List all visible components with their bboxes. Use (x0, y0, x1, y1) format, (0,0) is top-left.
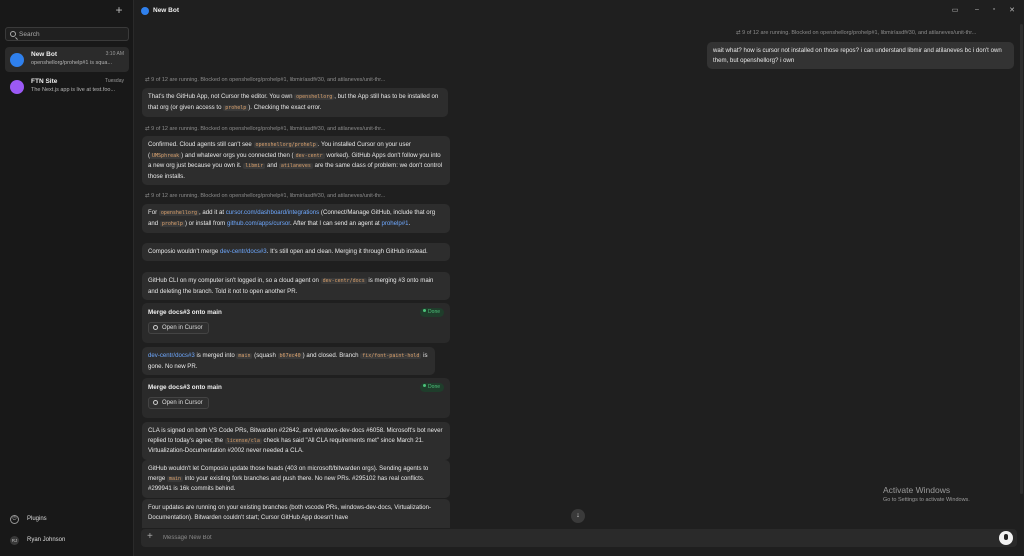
status-line: ⇄ 9 of 12 are running. Blocked on opensh… (736, 30, 977, 36)
assistant-message: GitHub wouldn't let Composio update thos… (142, 460, 450, 498)
chat-title: FTN Site (31, 78, 58, 85)
chat-time: Tuesday (105, 78, 124, 84)
sidebar: + New Bot 3:10 AM openshellorg/prohelp#1… (0, 0, 134, 556)
maximize-icon[interactable]: ▫ (989, 6, 999, 13)
app-window: + New Bot 3:10 AM openshellorg/prohelp#1… (0, 0, 1024, 556)
chat-item-ftn-site[interactable]: FTN Site Tuesday The Next.js app is live… (5, 74, 129, 99)
chat-preview: The Next.js app is live at test.foo... (31, 87, 116, 93)
status-line: ⇄ 9 of 12 are running. Blocked on opensh… (145, 193, 386, 199)
integrations-link[interactable]: cursor.com/dashboard/integrations (226, 209, 320, 216)
bot-avatar-icon (10, 53, 24, 67)
scrollbar[interactable] (1020, 24, 1023, 494)
user-message: wait what? how is cursor not installed o… (707, 42, 1014, 70)
chat-time: 3:10 AM (105, 51, 124, 57)
assistant-message: For openshellorg, add it at cursor.com/d… (142, 204, 450, 234)
close-icon[interactable]: ✕ (1007, 6, 1017, 14)
message-composer: + (141, 529, 1017, 547)
pr-link[interactable]: dev-centr/docs#3 (220, 248, 267, 255)
open-in-cursor-button[interactable]: Open in Cursor (148, 322, 209, 334)
github-app-link[interactable]: github.com/apps/cursor (227, 220, 290, 227)
minimize-icon[interactable]: – (972, 6, 982, 13)
plugin-icon: ⏻ (10, 515, 19, 524)
bot-avatar-icon (141, 7, 149, 15)
user-name: Ryan Johnson (27, 537, 66, 543)
issue-link[interactable]: prohelp#1 (381, 220, 408, 227)
agent-task-card: Merge docs#3 onto main Done Open in Curs… (142, 378, 450, 418)
cursor-icon (153, 325, 158, 330)
search-input[interactable] (19, 29, 124, 40)
activation-watermark: Activate Windows Go to Settings to activ… (883, 485, 970, 503)
title-bar: New Bot ▭ – ▫ ✕ (134, 0, 1024, 22)
scroll-down-icon[interactable]: ↓ (571, 509, 585, 523)
task-title: Merge docs#3 onto main (148, 309, 222, 316)
assistant-message: dev-centr/docs#3 is merged into main (sq… (142, 347, 435, 376)
bot-avatar-icon (10, 80, 24, 94)
message-input[interactable] (163, 533, 963, 543)
avatar: RJ (10, 536, 19, 545)
watermark-title: Activate Windows (883, 485, 951, 495)
sidebar-header: + (0, 0, 133, 24)
cursor-icon (153, 400, 158, 405)
plugins-link[interactable]: ⏻ Plugins (7, 514, 127, 526)
search-box[interactable] (5, 27, 129, 41)
page-title: New Bot (153, 7, 179, 14)
plugins-label: Plugins (27, 516, 47, 522)
open-in-cursor-button[interactable]: Open in Cursor (148, 397, 209, 409)
assistant-message: Composio wouldn't merge dev-centr/docs#3… (142, 243, 450, 261)
assistant-message: GitHub CLI on my computer isn't logged i… (142, 272, 450, 301)
panel-toggle-icon[interactable]: ▭ (950, 6, 960, 14)
task-title: Merge docs#3 onto main (148, 384, 222, 391)
watermark-subtitle: Go to Settings to activate Windows. (883, 497, 970, 503)
attach-plus-icon[interactable]: + (147, 531, 153, 542)
chat-preview: openshellorg/prohelp#1 is squa... (31, 60, 113, 66)
status-badge: Done (420, 308, 444, 317)
agent-task-card: Merge docs#3 onto main Done Open in Curs… (142, 303, 450, 343)
user-profile[interactable]: RJ Ryan Johnson (7, 535, 127, 547)
chat-item-new-bot[interactable]: New Bot 3:10 AM openshellorg/prohelp#1 i… (5, 47, 129, 72)
microphone-icon[interactable] (999, 531, 1013, 545)
status-line: ⇄ 9 of 12 are running. Blocked on opensh… (145, 126, 386, 132)
status-badge: Done (420, 383, 444, 392)
main-panel: New Bot ▭ – ▫ ✕ ⇄ 9 of 12 are running. B… (134, 0, 1024, 556)
plus-icon[interactable]: + (114, 4, 124, 16)
assistant-message: Four updates are running on your existin… (142, 499, 450, 528)
assistant-message: Confirmed. Cloud agents still can't see … (142, 136, 450, 186)
assistant-message: CLA is signed on both VS Code PRs, Bitwa… (142, 422, 450, 460)
chat-title: New Bot (31, 51, 57, 58)
status-line: ⇄ 9 of 12 are running. Blocked on opensh… (145, 77, 386, 83)
conversation: ⇄ 9 of 12 are running. Blocked on opensh… (134, 22, 1020, 528)
assistant-message: That's the GitHub App, not Cursor the ed… (142, 88, 448, 118)
search-icon (10, 31, 16, 37)
pr-link[interactable]: dev-centr/docs#3 (148, 352, 195, 359)
